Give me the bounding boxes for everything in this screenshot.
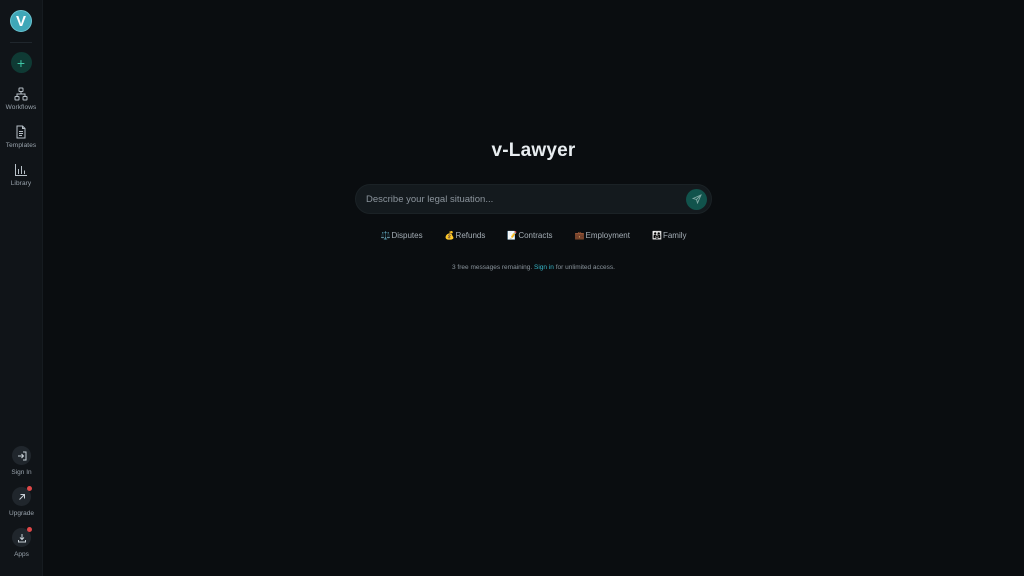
chip-label: Contracts [518,231,553,240]
briefcase-icon: 💼 [574,231,585,240]
notification-badge [27,527,32,532]
money-bag-icon: 💰 [444,231,455,240]
chip-label: Refunds [455,231,486,240]
send-button[interactable] [686,188,707,210]
chip-employment[interactable]: 💼Employment [575,231,630,240]
notification-badge [27,486,32,491]
main-area: v-Lawyer ⚖️Disputes 💰Refunds 📝Contracts … [43,0,1024,576]
free-messages-notice: 3 free messages remaining. Sign in for u… [43,264,1024,271]
chip-disputes[interactable]: ⚖️Disputes [380,231,422,240]
chip-label: Disputes [391,231,423,240]
family-icon: 👨‍👩‍👧 [651,231,662,240]
app-logo[interactable]: V [10,10,32,32]
apps-button[interactable]: Apps [12,527,32,558]
scales-icon: ⚖️ [380,231,391,240]
notice-text: for unlimited access. [553,264,615,271]
sidebar-bottom: Sign In Upgrade Apps [0,446,43,558]
chip-label: Employment [585,231,630,240]
legal-situation-input[interactable] [356,193,686,205]
document-icon [16,125,26,139]
bar-chart-icon [15,164,27,176]
sidebar-item-workflows[interactable]: Workflows [0,87,43,111]
memo-icon: 📝 [507,231,518,240]
suggestion-chips: ⚖️Disputes 💰Refunds 📝Contracts 💼Employme… [43,231,1024,240]
sidebar-item-label: Templates [5,142,37,149]
send-icon [691,194,702,204]
sign-in-button[interactable]: Sign In [11,446,32,476]
apps-label: Apps [14,551,29,558]
workflow-icon [14,87,28,101]
upgrade-label: Upgrade [9,510,34,517]
sidebar-item-templates[interactable]: Templates [0,125,43,149]
sidebar-item-library[interactable]: Library [0,163,43,187]
sign-in-icon-wrap [12,446,31,465]
sign-in-icon [17,451,26,460]
download-icon [17,533,26,542]
chip-contracts[interactable]: 📝Contracts [507,231,552,240]
page-title: v-Lawyer [491,140,576,161]
upgrade-icon-wrap [12,486,32,506]
chip-family[interactable]: 👨‍👩‍👧Family [652,231,687,240]
sidebar-item-label: Workflows [5,104,37,111]
sidebar-item-label: Library [10,180,32,187]
new-chat-button[interactable]: + [10,52,32,73]
chip-refunds[interactable]: 💰Refunds [445,231,486,240]
notice-text: 3 free messages remaining. [452,264,535,271]
upgrade-button[interactable]: Upgrade [9,486,34,517]
apps-icon-wrap [12,527,32,547]
sign-in-label: Sign In [11,469,32,476]
chat-input-box [355,184,712,214]
sidebar: V + Workflows Templates Library Sign In … [0,0,43,576]
sidebar-divider [10,42,32,43]
sign-in-link[interactable]: Sign in [534,264,554,271]
arrow-up-right-icon [18,493,25,500]
chip-label: Family [662,231,687,240]
